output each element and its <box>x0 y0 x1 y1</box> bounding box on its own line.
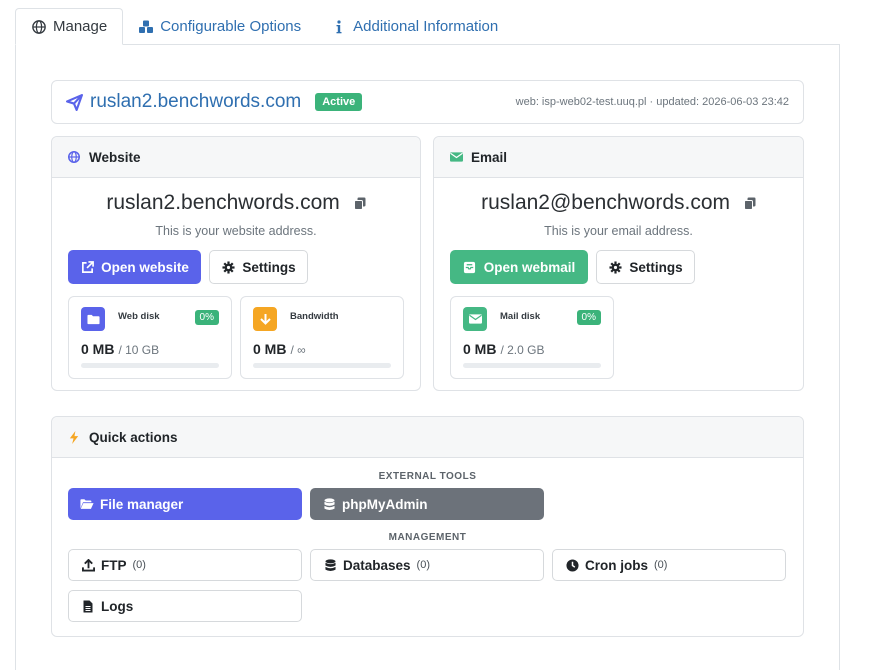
logs-button[interactable]: Logs <box>68 590 302 622</box>
ftp-count: (0) <box>132 559 146 571</box>
stat-label: Web disk <box>118 311 160 322</box>
databases-label: Databases <box>343 557 411 573</box>
stat-value: 0 MB / ∞ <box>253 341 306 357</box>
bandwidth-stat: Bandwidth 0 MB / ∞ <box>240 296 404 379</box>
website-settings-button[interactable]: Settings <box>209 250 308 284</box>
cubes-icon <box>138 19 154 35</box>
stat-label: Bandwidth <box>290 311 339 322</box>
file-manager-button[interactable]: File manager <box>68 488 302 520</box>
inbox-icon <box>463 260 477 274</box>
databases-count: (0) <box>416 559 430 571</box>
globe-icon <box>67 150 81 164</box>
quick-actions-header: Quick actions <box>52 417 803 458</box>
website-card-header: Website <box>52 137 420 178</box>
cron-jobs-count: (0) <box>654 559 668 571</box>
usage-progress-bar <box>463 363 601 368</box>
bolt-icon <box>67 430 81 444</box>
mail-disk-stat: Mail disk 0% 0 MB/ 2.0 GB <box>450 296 614 379</box>
file-text-icon <box>81 599 95 613</box>
email-card: Email ruslan2@benchwords.com This is you… <box>433 136 804 391</box>
usage-progress-bar <box>81 363 219 368</box>
email-subtitle: This is your email address. <box>544 224 693 238</box>
stat-max: / ∞ <box>290 343 306 357</box>
cron-jobs-label: Cron jobs <box>585 557 648 573</box>
globe-icon <box>31 19 47 35</box>
stat-max: / 2.0 GB <box>500 343 545 357</box>
folder-icon <box>81 307 105 331</box>
cron-jobs-button[interactable]: Cron jobs (0) <box>552 549 786 581</box>
copy-icon[interactable] <box>353 192 366 210</box>
usage-progress-bar <box>253 363 391 368</box>
email-settings-button[interactable]: Settings <box>596 250 695 284</box>
web-disk-stat: Web disk 0% 0 MB/ 10 GB <box>68 296 232 379</box>
database-icon <box>323 558 337 572</box>
external-link-icon <box>80 260 94 274</box>
email-address: ruslan2@benchwords.com <box>481 191 731 214</box>
domain-meta: web: isp-web02-test.uuq.pl · updated: 20… <box>515 96 789 108</box>
ftp-label: FTP <box>101 557 127 573</box>
gear-icon <box>608 260 622 274</box>
stat-value: 0 MB/ 2.0 GB <box>463 341 545 357</box>
tab-bar: Manage Configurable Options Additional I… <box>15 8 513 45</box>
open-website-button[interactable]: Open website <box>68 250 201 284</box>
website-subtitle: This is your website address. <box>155 224 317 238</box>
website-settings-label: Settings <box>242 259 296 275</box>
envelope-icon <box>449 150 463 164</box>
stat-percent-badge: 0% <box>194 310 219 325</box>
domain-name[interactable]: ruslan2.benchwords.com <box>90 91 301 113</box>
tab-manage[interactable]: Manage <box>15 8 124 45</box>
arrow-down-icon <box>253 307 277 331</box>
phpmyadmin-label: phpMyAdmin <box>342 496 428 512</box>
phpmyadmin-button[interactable]: phpMyAdmin <box>310 488 544 520</box>
website-address: ruslan2.benchwords.com <box>106 191 340 214</box>
ftp-button[interactable]: FTP (0) <box>68 549 302 581</box>
logs-label: Logs <box>101 598 134 614</box>
stat-max: / 10 GB <box>118 343 160 357</box>
email-address-row: ruslan2@benchwords.com <box>434 191 803 215</box>
open-webmail-label: Open webmail <box>483 259 576 275</box>
email-settings-label: Settings <box>629 259 683 275</box>
email-card-header: Email <box>434 137 803 178</box>
open-webmail-button[interactable]: Open webmail <box>450 250 588 284</box>
folder-open-icon <box>80 497 94 511</box>
management-label: MANAGEMENT <box>388 532 467 543</box>
website-card-title: Website <box>89 149 141 165</box>
tab-configurable-options-label: Configurable Options <box>160 18 302 35</box>
tab-additional-information[interactable]: Additional Information <box>316 8 513 45</box>
status-badge: Active <box>315 93 363 111</box>
domain-bar: ruslan2.benchwords.com Active web: isp-w… <box>51 80 804 124</box>
tab-manage-label: Manage <box>53 18 108 35</box>
upload-icon <box>81 558 95 572</box>
envelope-icon <box>463 307 487 331</box>
clock-icon <box>565 558 579 572</box>
quick-actions-title: Quick actions <box>89 429 178 445</box>
stat-value: 0 MB/ 10 GB <box>81 341 160 357</box>
stat-percent-badge: 0% <box>576 310 601 325</box>
tab-additional-information-label: Additional Information <box>353 18 499 35</box>
open-website-label: Open website <box>101 259 189 275</box>
quick-actions-card: Quick actions EXTERNAL TOOLS File manage… <box>51 416 804 637</box>
stat-label: Mail disk <box>500 311 541 322</box>
database-icon <box>322 497 336 511</box>
tab-configurable-options[interactable]: Configurable Options <box>123 8 316 45</box>
gear-icon <box>221 260 235 274</box>
external-tools-label: EXTERNAL TOOLS <box>378 471 477 482</box>
send-icon <box>66 93 83 111</box>
website-address-row: ruslan2.benchwords.com <box>52 191 420 215</box>
info-icon <box>331 19 347 35</box>
file-manager-label: File manager <box>100 496 184 512</box>
email-card-title: Email <box>471 149 508 165</box>
databases-button[interactable]: Databases (0) <box>310 549 544 581</box>
website-card: Website ruslan2.benchwords.com This is y… <box>51 136 421 391</box>
copy-icon[interactable] <box>743 192 756 210</box>
